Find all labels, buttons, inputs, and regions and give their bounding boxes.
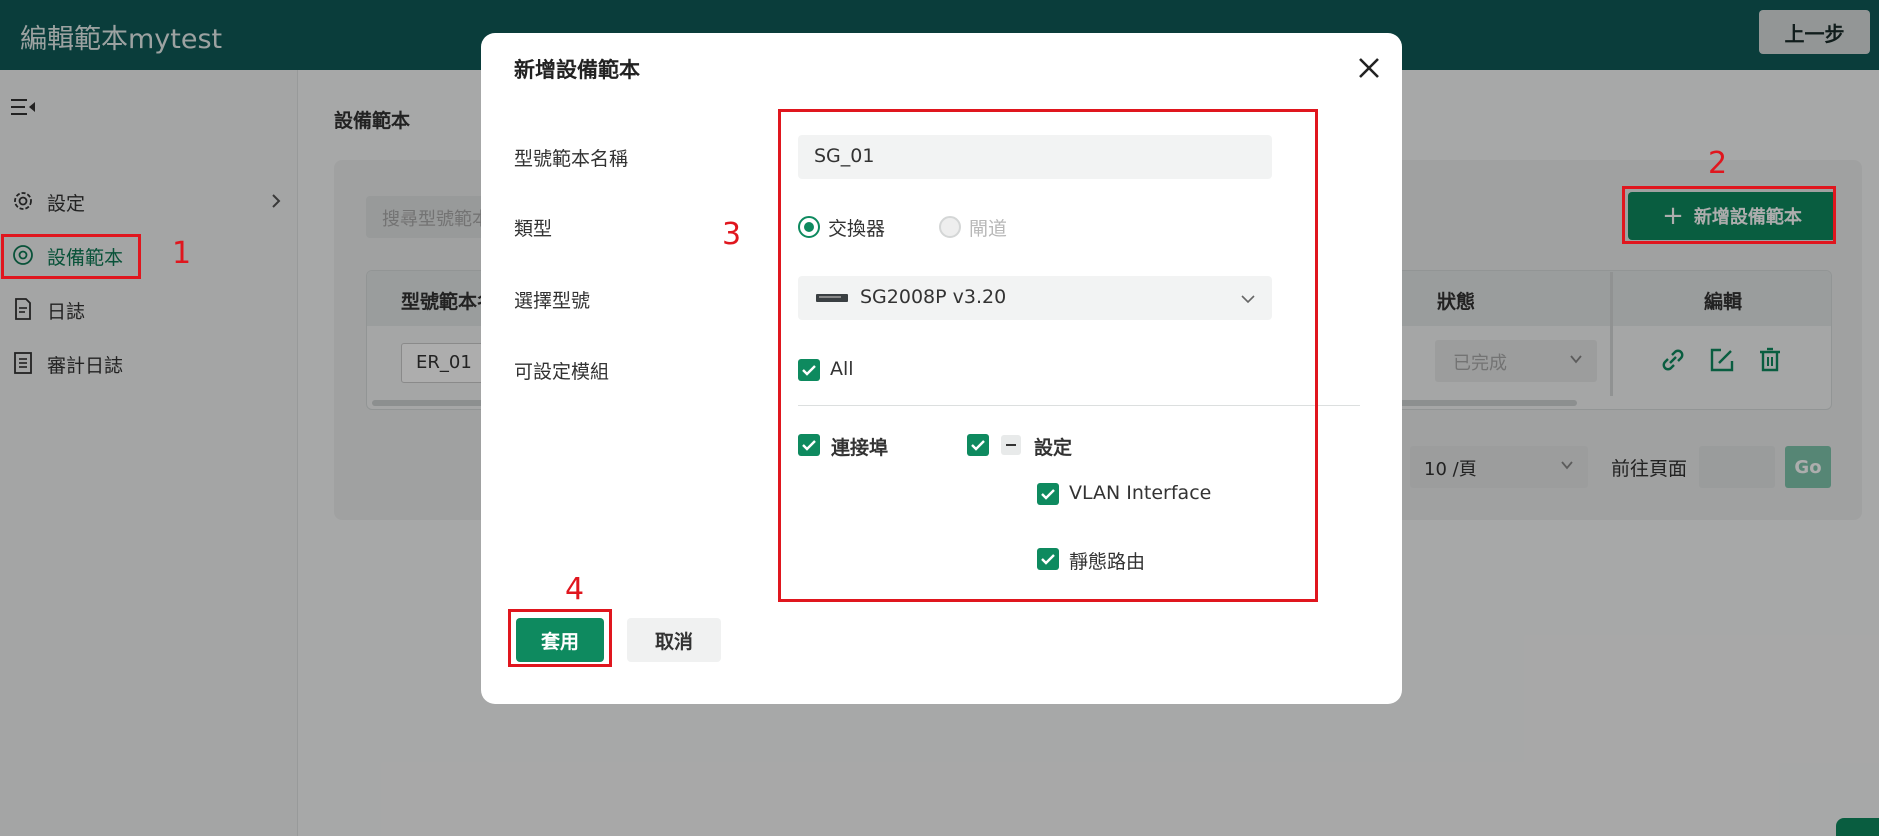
annotation-box-4 — [508, 609, 612, 667]
annotation-number-3: 3 — [722, 217, 742, 252]
close-icon[interactable] — [1357, 56, 1381, 80]
type-label: 類型 — [514, 218, 553, 240]
annotation-box-2 — [1622, 186, 1836, 244]
modules-label: 可設定模組 — [514, 361, 610, 383]
template-name-label: 型號範本名稱 — [514, 148, 629, 170]
annotation-box-1 — [1, 234, 141, 279]
dialog-title: 新增設備範本 — [514, 58, 640, 82]
cancel-button[interactable]: 取消 — [627, 618, 721, 662]
annotation-box-3 — [778, 109, 1318, 602]
annotation-number-4: 4 — [565, 572, 585, 607]
model-label: 選擇型號 — [514, 290, 591, 312]
annotation-number-2: 2 — [1708, 146, 1728, 181]
annotation-number-1: 1 — [172, 236, 192, 271]
